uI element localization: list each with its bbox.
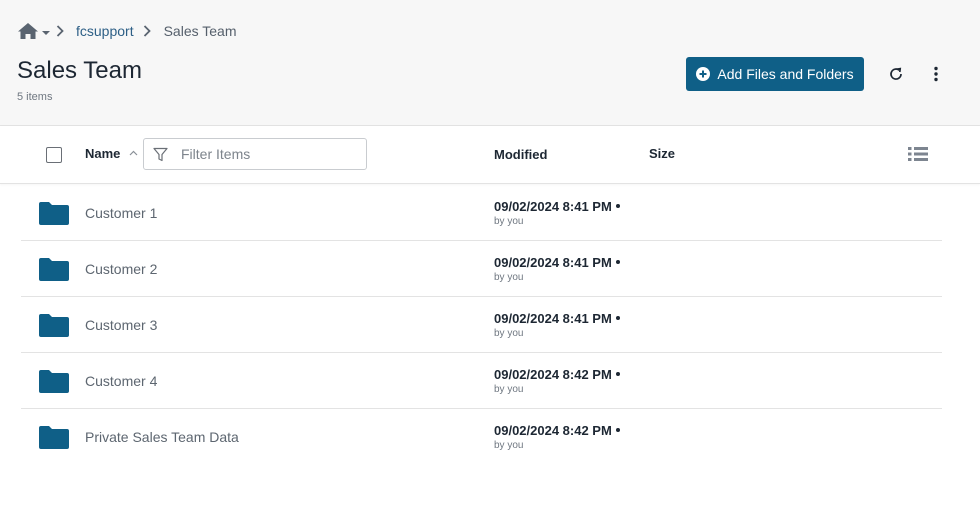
table-row[interactable]: Private Sales Team Data 09/02/2024 8:42 …: [21, 409, 942, 465]
modified-by: by you: [494, 328, 524, 339]
breadcrumb-link-fcsupport[interactable]: fcsupport: [76, 23, 134, 39]
column-size-header[interactable]: Size: [649, 146, 675, 161]
file-name[interactable]: Customer 3: [85, 317, 157, 333]
breadcrumb: fcsupport Sales Team: [17, 21, 237, 41]
table-row[interactable]: Customer 2 09/02/2024 8:41 PM by you: [21, 241, 942, 297]
select-all-checkbox[interactable]: [46, 147, 62, 163]
filter-icon: [153, 147, 168, 161]
filter-input[interactable]: [181, 146, 351, 162]
table-row[interactable]: Customer 4 09/02/2024 8:42 PM by you: [21, 353, 942, 409]
modified-by: by you: [494, 216, 524, 227]
column-modified-header[interactable]: Modified: [494, 147, 547, 162]
column-header-bar: Name Modified Size: [0, 126, 980, 184]
dot-icon: [615, 371, 620, 376]
dot-icon: [615, 427, 620, 432]
breadcrumb-current: Sales Team: [163, 23, 237, 39]
caret-down-icon[interactable]: [41, 28, 51, 38]
page-title: Sales Team: [17, 57, 142, 84]
table-row[interactable]: Customer 3 09/02/2024 8:41 PM by you: [21, 297, 942, 353]
filter-field[interactable]: [143, 138, 367, 170]
chevron-right-icon: [56, 25, 64, 37]
dot-icon: [615, 259, 620, 264]
modified-date-text: 09/02/2024 8:41 PM: [494, 199, 612, 214]
modified-date: 09/02/2024 8:41 PM: [494, 255, 620, 270]
modified-date: 09/02/2024 8:42 PM: [494, 367, 620, 382]
modified-date-text: 09/02/2024 8:41 PM: [494, 311, 612, 326]
modified-by: by you: [494, 272, 524, 283]
modified-by: by you: [494, 440, 524, 451]
folder-icon: [39, 202, 69, 225]
modified-date: 09/02/2024 8:42 PM: [494, 423, 620, 438]
folder-icon: [39, 258, 69, 281]
sort-asc-icon[interactable]: [129, 150, 138, 156]
modified-date: 09/02/2024 8:41 PM: [494, 199, 620, 214]
dot-icon: [615, 203, 620, 208]
refresh-icon[interactable]: [886, 64, 906, 84]
modified-by: by you: [494, 384, 524, 395]
file-name[interactable]: Customer 4: [85, 373, 157, 389]
folder-icon: [39, 426, 69, 449]
dot-icon: [615, 315, 620, 320]
folder-icon: [39, 370, 69, 393]
chevron-right-icon: [143, 25, 151, 37]
plus-circle-icon: [696, 67, 711, 81]
list-view-icon[interactable]: [907, 145, 929, 163]
file-list: Customer 1 09/02/2024 8:41 PM by you Cus…: [21, 185, 942, 465]
item-count: 5 items: [17, 91, 53, 103]
table-row[interactable]: Customer 1 09/02/2024 8:41 PM by you: [21, 185, 942, 241]
file-name[interactable]: Customer 1: [85, 205, 157, 221]
modified-date: 09/02/2024 8:41 PM: [494, 311, 620, 326]
file-name[interactable]: Private Sales Team Data: [85, 429, 239, 445]
page-header: fcsupport Sales Team Sales Team 5 items …: [0, 0, 980, 126]
modified-date-text: 09/02/2024 8:42 PM: [494, 367, 612, 382]
file-name[interactable]: Customer 2: [85, 261, 157, 277]
home-icon[interactable]: [17, 22, 39, 40]
folder-icon: [39, 314, 69, 337]
more-vertical-icon[interactable]: [926, 64, 946, 84]
add-files-and-folders-button[interactable]: Add Files and Folders: [686, 57, 864, 91]
add-button-label: Add Files and Folders: [717, 66, 854, 82]
modified-date-text: 09/02/2024 8:41 PM: [494, 255, 612, 270]
modified-date-text: 09/02/2024 8:42 PM: [494, 423, 612, 438]
column-name-header[interactable]: Name: [85, 146, 120, 161]
